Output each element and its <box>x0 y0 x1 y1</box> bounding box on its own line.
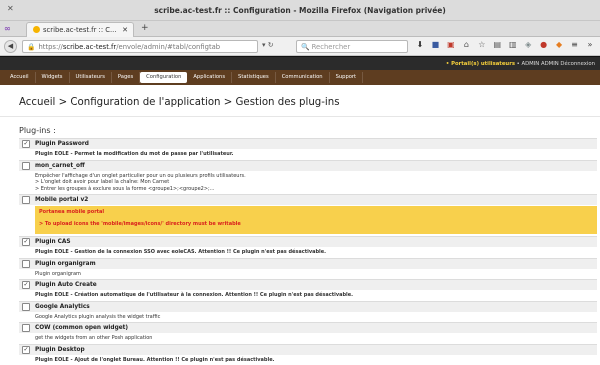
url-bar[interactable]: 🔒https://scribe.ac-test.fr/envole/admin/… <box>22 40 258 53</box>
back-button[interactable]: ◀ <box>4 40 17 53</box>
plugin-row: Mobile portal v2 <box>19 194 597 205</box>
url-host: scribe.ac-test.fr <box>63 43 116 51</box>
overflow-icon[interactable]: » <box>584 40 596 53</box>
url-scheme: https:// <box>38 43 62 51</box>
plugin-row: Google Analytics <box>19 301 597 312</box>
admin-logout-link[interactable]: • ADMIN ADMIN Déconnexion <box>515 61 595 67</box>
private-browsing-icon: ∞ <box>4 24 11 33</box>
plugin-checkbox[interactable] <box>22 162 30 170</box>
stop-icon[interactable]: ● <box>538 40 550 53</box>
plugin-checkbox[interactable]: ✓ <box>22 281 30 289</box>
plugin-row: COW (common open widget) <box>19 322 597 333</box>
section-title: Plug-ins : <box>19 126 56 135</box>
menu-item-accueil[interactable]: Accueil <box>4 72 36 83</box>
menu-item-statistiques[interactable]: Statistiques <box>232 72 276 83</box>
window-title: scribe.ac-test.fr :: Configuration - Moz… <box>0 6 600 15</box>
addon-icon[interactable]: ▣ <box>445 40 457 53</box>
plugin-description: Plugin EOLE - Création automatique de l'… <box>19 290 597 301</box>
plugin-row: Plugin organigram <box>19 258 597 269</box>
plugin-name: Mobile portal v2 <box>35 197 88 203</box>
app-top-bar: • Portail(s) utilisateurs • ADMIN ADMIN … <box>0 56 600 70</box>
url-actions-icon[interactable]: ▾ ↻ <box>262 41 274 49</box>
plugin-row: ✓ Plugin Auto Create <box>19 279 597 290</box>
search-icon: 🔍 <box>301 43 309 51</box>
lock-icon: 🔒 <box>27 43 35 51</box>
plugin-name: Google Analytics <box>35 304 90 310</box>
plugin-description-line: Plugin EOLE - Permet la modification du … <box>35 151 597 158</box>
toolbar-icons: ⬇ ■ ▣ ⌂ ☆ ▤ ▥ ◈ ● ◆ ≡ » <box>414 40 596 53</box>
menu-item-widgets[interactable]: Widgets <box>36 72 70 83</box>
new-tab-icon[interactable]: + <box>141 23 149 33</box>
plugin-checkbox[interactable]: ✓ <box>22 346 30 354</box>
plugin-description-line: > Entrer les groupes à exclure sous la f… <box>35 186 597 193</box>
plugin-row: mon_carnet_off <box>19 160 597 171</box>
plugin-warning: Portanea mobile portal > To upload icons … <box>35 206 597 234</box>
menu-icon[interactable]: ≡ <box>569 40 581 53</box>
plugin-description: Plugin EOLE - Permet la modification du … <box>19 149 597 160</box>
plugin-checkbox[interactable] <box>22 196 30 204</box>
plugin-description-line: Plugin EOLE - Gestion de la connexion SS… <box>35 249 597 256</box>
plugin-description: Plugin EOLE - Ajout de l'onglet Bureau. … <box>19 355 597 365</box>
bookmark-star-icon[interactable]: ☆ <box>476 40 488 53</box>
url-path: /envole/admin/#tabl/configtab <box>116 43 220 51</box>
plugin-name: Plugin organigram <box>35 261 96 267</box>
tab-bar: ∞ scribe.ac-test.fr :: C... ✕ + <box>0 21 600 37</box>
plugin-checkbox[interactable] <box>22 303 30 311</box>
main-menu: AccueilWidgetsUtilisateursPagesConfigura… <box>0 70 600 85</box>
extension-color-icon[interactable]: ◆ <box>553 40 565 53</box>
plugin-checkbox[interactable]: ✓ <box>22 238 30 246</box>
plugin-warning-line: > To upload icons the 'mobile/images/ico… <box>39 221 593 228</box>
plugin-description: Plugin organigram <box>19 269 597 280</box>
menu-item-pages[interactable]: Pages <box>112 72 140 83</box>
menu-item-applications[interactable]: Applications <box>187 72 232 83</box>
pocket-icon[interactable]: ■ <box>429 40 441 53</box>
user-menu[interactable]: • Portail(s) utilisateurs • ADMIN ADMIN … <box>446 61 595 67</box>
menu-item-support[interactable]: Support <box>330 72 364 83</box>
browser-tab[interactable]: scribe.ac-test.fr :: C... ✕ <box>26 22 134 37</box>
plugin-description-line: Plugin EOLE - Création automatique de l'… <box>35 292 597 299</box>
bookmarks-menu-icon[interactable]: ▤ <box>491 40 503 53</box>
plugin-description: Plugin EOLE - Gestion de la connexion SS… <box>19 247 597 258</box>
home-icon[interactable]: ⌂ <box>460 40 472 53</box>
menu-item-configuration[interactable]: Configuration <box>140 72 187 83</box>
plugin-description-line: Plugin EOLE - Ajout de l'onglet Bureau. … <box>35 357 597 364</box>
plugin-description: Empêcher l'affichage d'un onglet particu… <box>19 171 597 195</box>
plugin-checkbox[interactable] <box>22 260 30 268</box>
library-icon[interactable]: ▥ <box>507 40 519 53</box>
plugin-checkbox[interactable]: ✓ <box>22 140 30 148</box>
breadcrumb: Accueil > Configuration de l'application… <box>19 97 340 108</box>
tab-close-icon[interactable]: ✕ <box>122 26 128 34</box>
navigation-bar: ◀ 🔒https://scribe.ac-test.fr/envole/admi… <box>0 37 600 56</box>
content-divider <box>0 116 600 117</box>
plugin-row: ✓ Plugin Password <box>19 138 597 149</box>
plugin-row: ✓ Plugin CAS <box>19 236 597 247</box>
window-titlebar: ✕ scribe.ac-test.fr :: Configuration - M… <box>0 0 600 21</box>
plugin-description-line: get the widgets from an other Posh appli… <box>35 335 597 342</box>
search-input[interactable]: 🔍 Rechercher <box>296 40 408 53</box>
plugin-name: mon_carnet_off <box>35 163 85 169</box>
plugin-description-line: Plugin organigram <box>35 271 597 278</box>
plugin-description: Google Analytics plugin analysis the wid… <box>19 312 597 323</box>
portal-link[interactable]: • Portail(s) utilisateurs <box>446 61 515 67</box>
plugin-warning-line: Portanea mobile portal <box>39 209 593 216</box>
extension-icon[interactable]: ◈ <box>522 40 534 53</box>
plugin-name: Plugin Auto Create <box>35 282 97 288</box>
plugin-name: COW (common open widget) <box>35 325 128 331</box>
tab-label: scribe.ac-test.fr :: C... <box>43 26 117 34</box>
site-favicon-icon <box>33 26 40 33</box>
plugin-row: ✓ Plugin Desktop <box>19 344 597 355</box>
download-icon[interactable]: ⬇ <box>414 40 426 53</box>
menu-item-utilisateurs[interactable]: Utilisateurs <box>70 72 112 83</box>
search-placeholder: Rechercher <box>312 43 351 51</box>
plugin-description: get the widgets from an other Posh appli… <box>19 333 597 344</box>
plugin-name: Plugin CAS <box>35 239 71 245</box>
plugin-name: Plugin Password <box>35 141 89 147</box>
plugin-name: Plugin Desktop <box>35 347 85 353</box>
menu-item-communication[interactable]: Communication <box>276 72 330 83</box>
plugin-description-line: Google Analytics plugin analysis the wid… <box>35 314 597 321</box>
